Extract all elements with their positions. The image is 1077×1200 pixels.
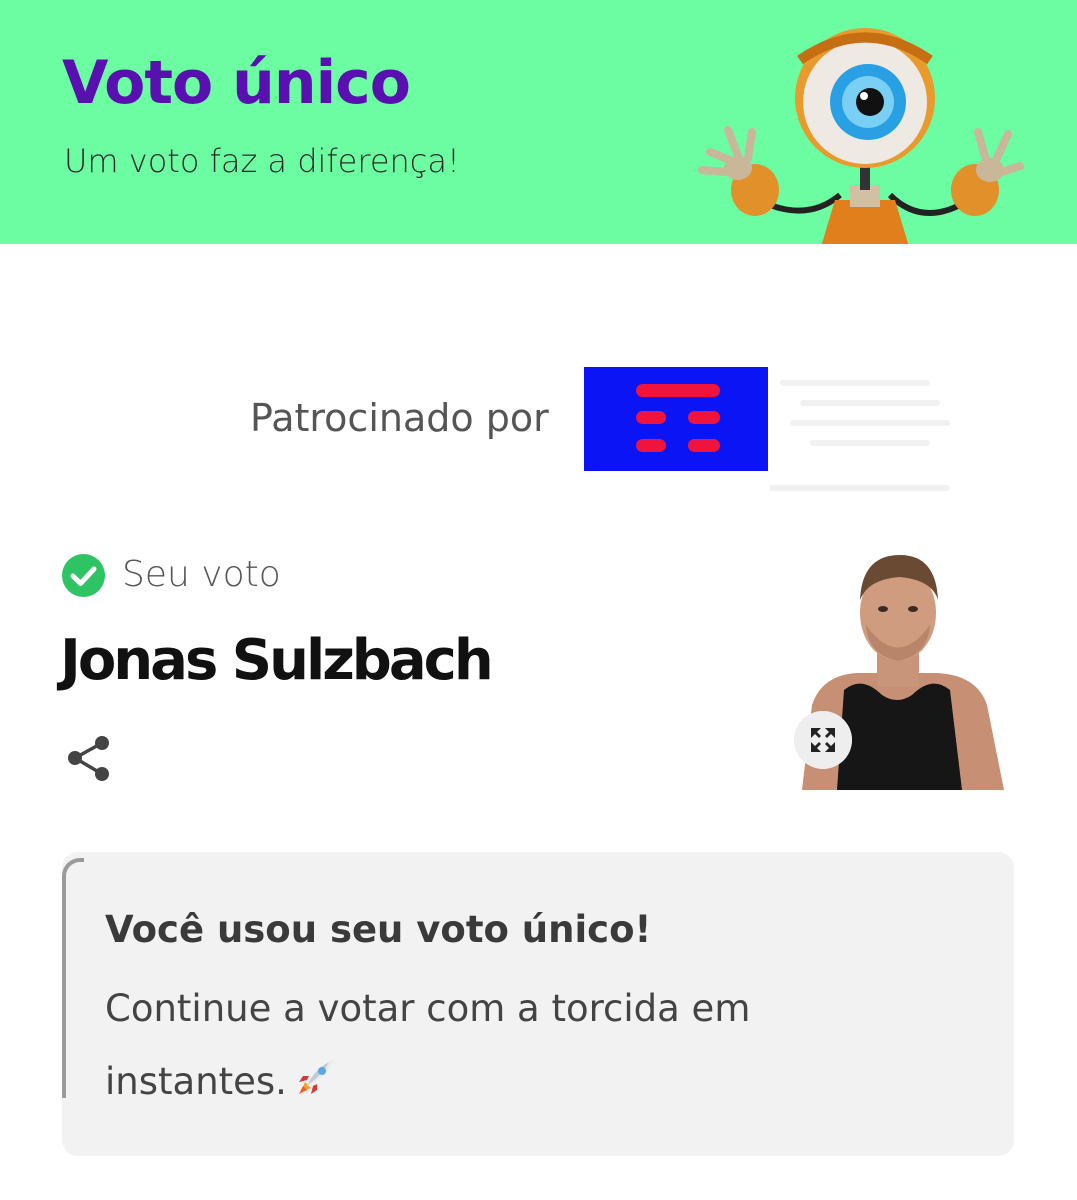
sponsor-faded-graphic-icon (770, 380, 950, 491)
share-icon[interactable] (64, 734, 114, 784)
info-body-text: Continue a votar com a torcida em instan… (105, 987, 751, 1103)
sponsor-label: Patrocinado por (250, 396, 549, 440)
header-banner: Voto único Um voto faz a diferença! (0, 0, 1077, 244)
info-card-accent (62, 858, 84, 1098)
vote-page: Voto único Um voto faz a diferença! Patr… (0, 0, 1077, 1200)
candidate-name: Jonas Sulzbach (60, 628, 494, 693)
check-circle-icon (62, 554, 105, 597)
info-body: Continue a votar com a torcida em instan… (105, 972, 865, 1118)
info-title: Você usou seu voto único! (105, 908, 652, 951)
rocket-icon (298, 1060, 333, 1094)
big-brother-eye-mascot-icon (698, 28, 1024, 244)
page-subtitle: Um voto faz a diferença! (64, 142, 460, 180)
vote-status-label: Seu voto (122, 554, 281, 595)
page-title: Voto único (62, 48, 411, 118)
expand-icon[interactable] (794, 711, 852, 769)
sponsor-logo-icon (584, 367, 768, 471)
